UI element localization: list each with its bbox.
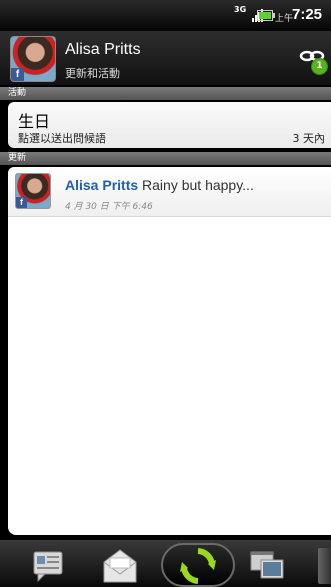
facebook-icon: f <box>16 197 27 208</box>
avatar[interactable]: f <box>10 36 56 82</box>
event-title: 生日 <box>18 112 51 131</box>
refresh-icon <box>180 548 216 584</box>
tab-updates[interactable] <box>161 543 235 587</box>
header-subtitle: 更新和活動 <box>65 67 120 80</box>
section-header-events: 活動 <box>0 87 331 100</box>
updates-list: f Alisa Pritts Rainy but happy... 4 月 30… <box>8 167 331 535</box>
contact-name: Alisa Pritts <box>65 41 141 58</box>
clock: 7:25 <box>292 6 323 23</box>
list-item[interactable]: f Alisa Pritts Rainy but happy... 4 月 30… <box>8 169 331 217</box>
network-type-indicator: 3G <box>234 5 247 14</box>
battery-icon <box>257 10 275 21</box>
message-icon <box>33 551 63 583</box>
facebook-icon: f <box>11 68 24 81</box>
event-birthday[interactable]: 生日 點選以送出問候語 3 天內 <box>8 102 331 148</box>
update-text: Rainy but happy... <box>142 177 254 193</box>
tab-mail[interactable] <box>96 544 144 586</box>
update-line: Alisa Pritts Rainy but happy... <box>65 177 254 193</box>
ampm-label: 上午 <box>275 14 294 24</box>
tab-messages[interactable] <box>24 544 72 586</box>
avatar: f <box>15 173 51 209</box>
section-header-updates: 更新 <box>0 152 331 165</box>
link-count-badge: 1 <box>311 58 328 75</box>
event-when: 3 天內 <box>292 132 326 145</box>
filmstrip-icon <box>250 551 284 579</box>
bottom-toolbar <box>0 540 331 587</box>
mail-icon <box>103 549 137 583</box>
tab-media[interactable] <box>243 544 291 586</box>
link-button[interactable]: 1 <box>297 43 331 83</box>
update-author: Alisa Pritts <box>65 177 139 193</box>
more-tabs-edge[interactable] <box>318 548 331 584</box>
event-subtitle: 點選以送出問候語 <box>18 132 106 145</box>
update-time: 4 月 30 日 下午 6:46 <box>65 202 153 212</box>
status-bar: 3G 上午 7:25 <box>0 0 331 31</box>
contact-header: f Alisa Pritts 更新和活動 1 <box>0 31 331 86</box>
